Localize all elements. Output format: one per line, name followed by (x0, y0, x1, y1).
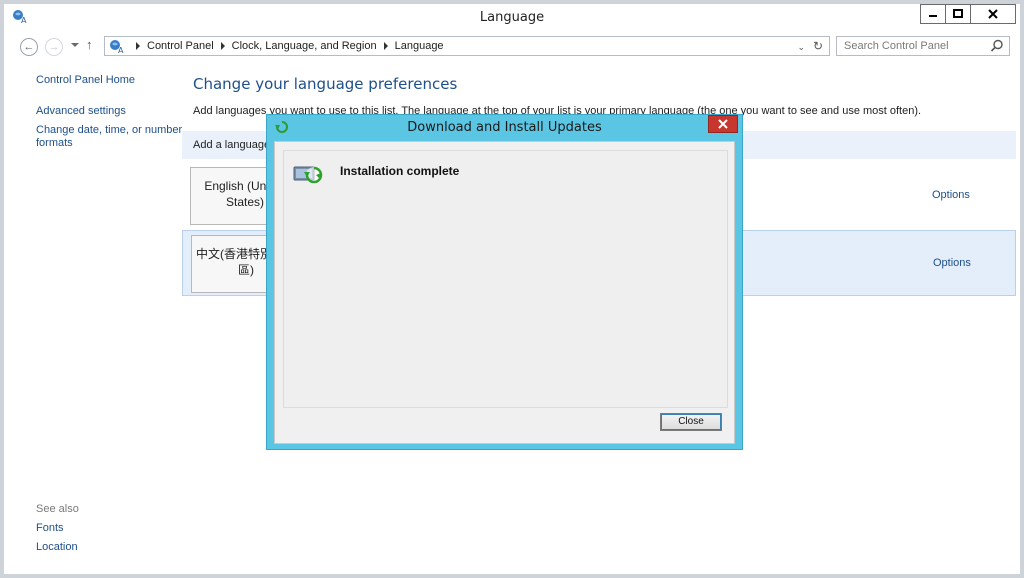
refresh-icon[interactable]: ↻ (813, 39, 823, 53)
breadcrumb-control-panel[interactable]: Control Panel (147, 40, 214, 52)
back-button[interactable]: ← (20, 38, 38, 56)
recent-pages-dropdown[interactable] (71, 43, 79, 47)
download-install-updates-dialog: Download and Install Updates Installatio… (266, 114, 743, 450)
address-bar[interactable]: A Control Panel Clock, Language, and Reg… (104, 36, 830, 56)
close-icon (988, 9, 998, 19)
install-updates-icon (293, 166, 323, 184)
breadcrumb-clock-language-region[interactable]: Clock, Language, and Region (232, 40, 377, 52)
language-options-link[interactable]: Options (933, 257, 971, 269)
window-title: Language (479, 10, 545, 25)
control-panel-icon: A (110, 40, 124, 54)
close-icon (718, 119, 728, 129)
search-input[interactable]: Search Control Panel (836, 36, 1010, 56)
dialog-content-panel: Installation complete (283, 150, 728, 408)
dialog-title-bar[interactable]: Download and Install Updates (267, 115, 742, 139)
advanced-settings-link[interactable]: Advanced settings (36, 105, 126, 118)
location-link[interactable]: Location (36, 541, 78, 554)
title-bar[interactable]: A Language (4, 4, 1020, 30)
window-controls (920, 4, 1016, 24)
control-panel-home-link[interactable]: Control Panel Home (36, 74, 135, 87)
page-title: Change your language preferences (193, 75, 458, 93)
back-arrow-icon: ← (23, 41, 35, 53)
installation-status: Installation complete (340, 164, 460, 178)
close-window-button[interactable] (970, 4, 1016, 24)
dialog-body: Installation complete Close (274, 141, 735, 444)
maximize-button[interactable] (945, 4, 971, 24)
breadcrumb-separator-icon[interactable] (220, 42, 225, 50)
close-button[interactable]: Close (660, 413, 722, 431)
search-icon[interactable] (990, 39, 1004, 53)
svg-text:A: A (118, 46, 124, 54)
fonts-link[interactable]: Fonts (36, 522, 64, 535)
breadcrumb-separator-icon[interactable] (136, 42, 140, 50)
language-options-link[interactable]: Options (932, 189, 970, 201)
up-button[interactable]: ↑ (86, 37, 93, 52)
breadcrumb: Control Panel Clock, Language, and Regio… (129, 40, 444, 52)
see-also-label: See also (36, 503, 79, 515)
breadcrumb-separator-icon[interactable] (383, 42, 388, 50)
forward-arrow-icon: → (48, 41, 60, 53)
breadcrumb-language[interactable]: Language (395, 40, 444, 52)
maximize-icon (953, 9, 963, 18)
change-date-time-formats-link[interactable]: Change date, time, or number formats (36, 124, 186, 150)
dialog-close-button[interactable] (708, 115, 738, 133)
dialog-title: Download and Install Updates (407, 120, 602, 135)
navigation-bar: ← → ↑ A Control Panel Clock, Language, a… (4, 34, 1020, 58)
minimize-icon (929, 15, 937, 17)
search-placeholder: Search Control Panel (844, 40, 949, 52)
minimize-button[interactable] (920, 4, 946, 24)
forward-button[interactable]: → (45, 38, 63, 56)
add-language-button[interactable]: Add a language (193, 139, 270, 151)
address-dropdown-icon[interactable]: ⌄ (797, 42, 805, 53)
